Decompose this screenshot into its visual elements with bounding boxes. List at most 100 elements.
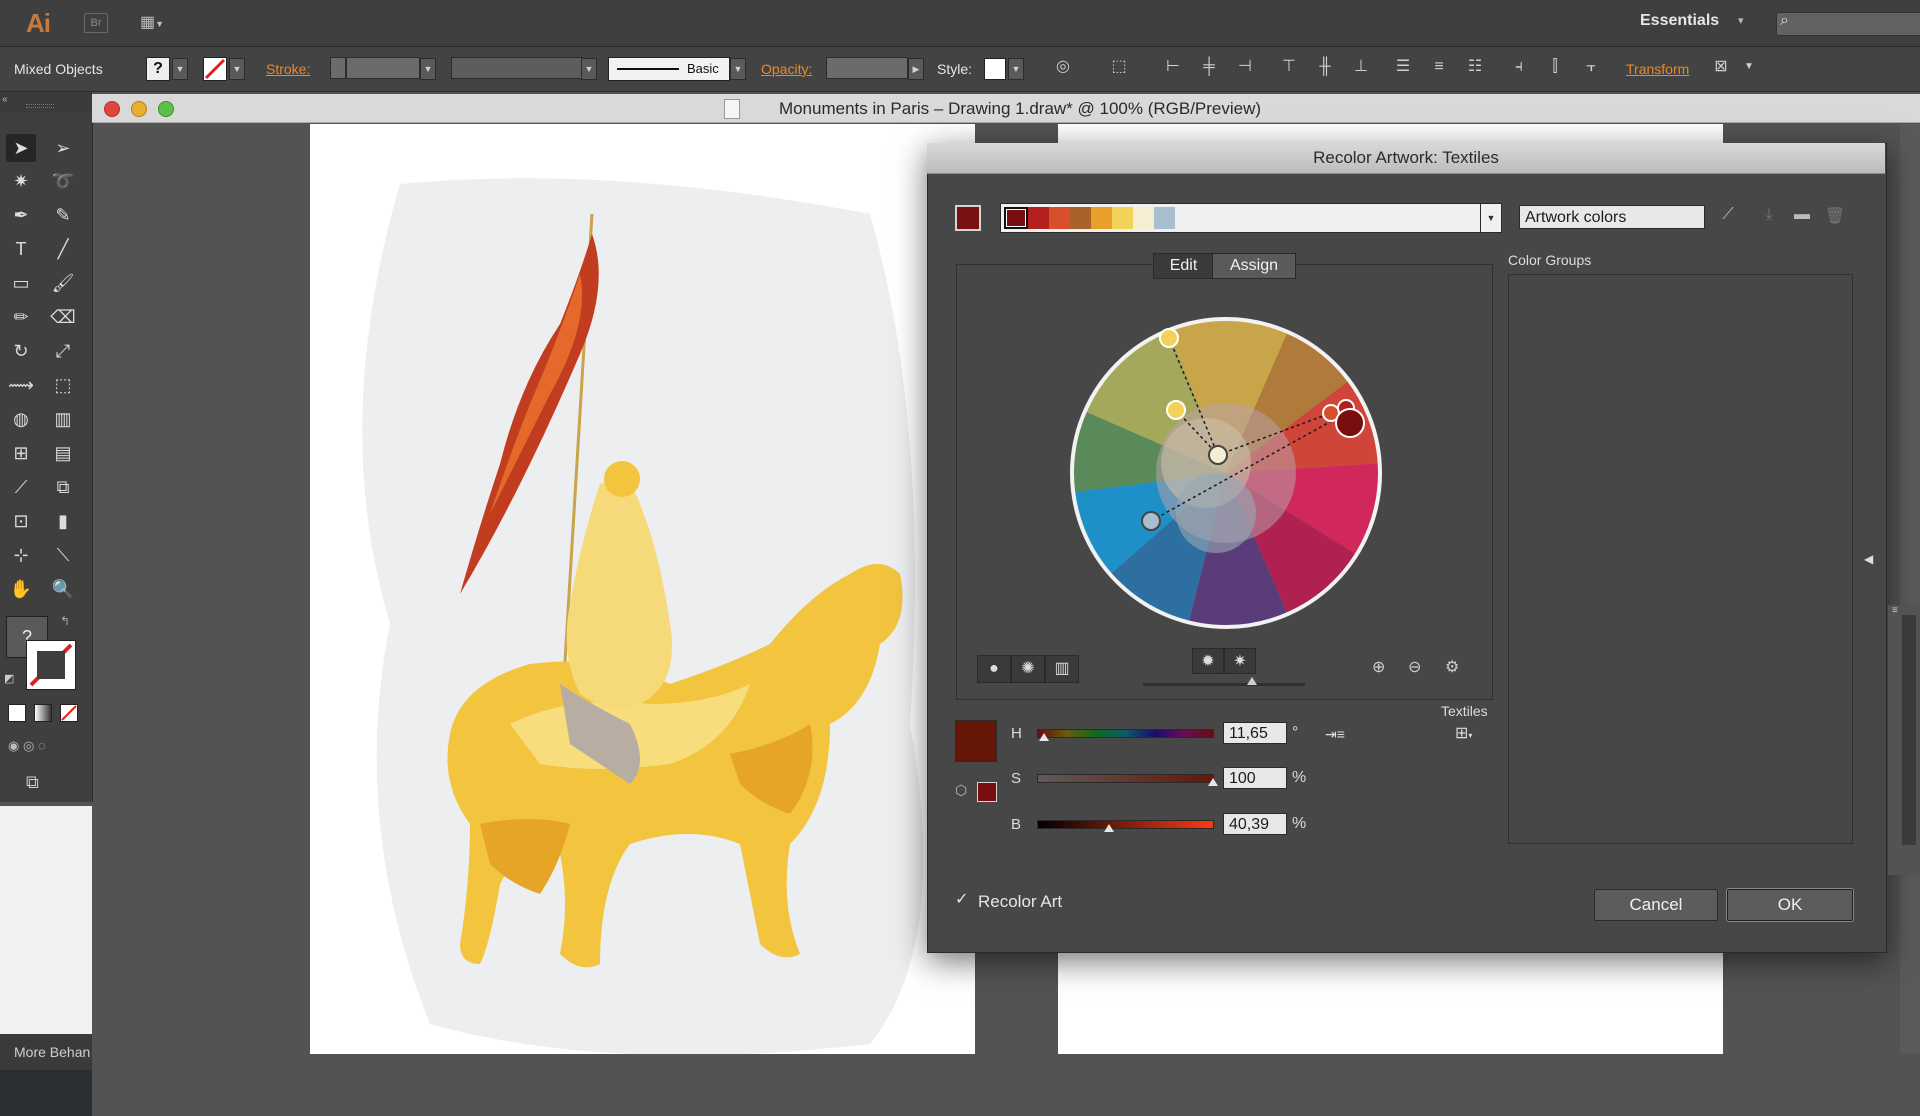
align-left-icon[interactable]: ⊢ [1162, 56, 1184, 78]
opacity-input[interactable] [826, 57, 908, 79]
distribute-center-icon[interactable]: ⫿ [1544, 56, 1566, 78]
chevron-right-icon[interactable]: ▶ [908, 58, 924, 80]
chevron-down-icon[interactable]: ▼ [730, 58, 746, 80]
draw-inside-icon[interactable]: ◌ [38, 738, 46, 753]
rectangle-tool-icon[interactable]: ▭ [6, 269, 36, 297]
paintbrush-tool-icon[interactable]: 🖌 [48, 269, 78, 297]
color-swatch[interactable] [1028, 207, 1049, 229]
type-tool-icon[interactable]: T [6, 235, 36, 263]
distribute-bottom-icon[interactable]: ☷ [1464, 56, 1486, 78]
eyedropper-tool-icon[interactable]: ⟋ [6, 473, 36, 501]
brightness-slider-thumb[interactable] [1247, 677, 1257, 685]
arrange-documents-button[interactable]: ▦▼ [140, 12, 176, 32]
panel-menu-icon[interactable]: ≡ [1892, 605, 1898, 616]
color-group-swatches[interactable] [1004, 207, 1175, 229]
curvature-tool-icon[interactable]: ✎ [48, 201, 78, 229]
color-swatch[interactable] [1049, 207, 1070, 229]
align-center-icon[interactable]: ╪ [1198, 56, 1220, 78]
variable-width-profile[interactable] [451, 57, 583, 79]
chevron-down-icon[interactable]: ▼ [172, 58, 188, 80]
mesh-tool-icon[interactable]: ⊞ [6, 439, 36, 467]
recolor-art-checkbox[interactable]: ✓ [955, 892, 969, 908]
stroke-indicator[interactable] [26, 640, 76, 690]
stroke-weight-input[interactable] [346, 57, 420, 79]
tab-edit[interactable]: Edit [1153, 253, 1214, 279]
canvas-vertical-scrollbar[interactable] [1900, 124, 1920, 1054]
color-swatch[interactable] [1004, 207, 1028, 229]
align-middle-icon[interactable]: ╫ [1314, 56, 1336, 78]
drawing-modes[interactable]: ◉ ◎ ◌ [8, 738, 78, 756]
gradient-tool-icon[interactable]: ▤ [48, 439, 78, 467]
hue-slider-thumb[interactable] [1038, 733, 1049, 741]
brightness-slider[interactable] [1143, 677, 1305, 686]
color-swatch[interactable] [1112, 207, 1133, 229]
free-transform-tool-icon[interactable]: ⬚ [48, 371, 78, 399]
saturation-slider[interactable] [1037, 774, 1218, 786]
eyedropper-icon[interactable]: ⟋ [1716, 206, 1740, 228]
gradient-mode-button[interactable] [34, 704, 52, 722]
brush-definition[interactable]: Basic [608, 57, 730, 81]
chevron-down-icon[interactable]: ▼ [1738, 56, 1760, 78]
brightness-slider-hsb[interactable] [1037, 820, 1214, 832]
brightness-input[interactable]: 40,39 [1223, 813, 1287, 835]
opacity-label[interactable]: Opacity: [761, 61, 812, 77]
saturation-slider-thumb[interactable] [1208, 778, 1218, 786]
link-harmony-colors-icon[interactable]: ⚙ [1445, 657, 1459, 677]
distribute-left-icon[interactable]: ⫞ [1508, 56, 1530, 78]
tab-assign[interactable]: Assign [1212, 253, 1296, 279]
hue-slider[interactable] [1037, 729, 1214, 741]
color-marker[interactable] [1141, 511, 1161, 531]
chevron-down-icon[interactable]: ▼ [1480, 203, 1502, 233]
hue-input[interactable]: 11,65 [1223, 722, 1287, 744]
pencil-tool-icon[interactable]: ✏ [6, 303, 36, 331]
draw-behind-icon[interactable]: ◎ [23, 738, 34, 753]
new-color-group-icon[interactable]: ▬ [1790, 206, 1814, 228]
color-swatch[interactable] [1091, 207, 1112, 229]
stroke-weight-stepper[interactable] [330, 57, 346, 79]
screen-mode-icon[interactable]: ⧉ [26, 772, 39, 793]
align-top-icon[interactable]: ⊤ [1278, 56, 1300, 78]
chevron-down-icon[interactable]: ▼ [229, 58, 245, 80]
swap-fill-stroke-icon[interactable]: ↰ [60, 614, 70, 628]
distribute-right-icon[interactable]: ⫟ [1580, 56, 1602, 78]
color-mode-cube-icon[interactable]: ⬡ [955, 782, 967, 799]
line-segment-tool-icon[interactable]: ╱ [48, 235, 78, 263]
eraser-tool-icon[interactable]: ⌫ [48, 303, 78, 331]
draw-normal-icon[interactable]: ◉ [8, 738, 19, 753]
color-swatch[interactable] [1070, 207, 1091, 229]
color-group-strip[interactable] [1000, 203, 1482, 233]
workspace-switcher[interactable]: Essentials [1640, 12, 1719, 30]
artwork-illustration[interactable] [310, 124, 975, 1054]
show-brightness-icon[interactable]: ✷ [1224, 648, 1256, 674]
current-color-swatch[interactable] [955, 720, 997, 762]
collapse-color-groups-icon[interactable]: ◀ [1864, 552, 1873, 566]
cancel-button[interactable]: Cancel [1594, 889, 1718, 921]
align-bottom-icon[interactable]: ⊥ [1350, 56, 1372, 78]
original-color-swatch[interactable] [977, 782, 997, 802]
color-bars-icon[interactable]: ▥ [1045, 655, 1079, 683]
color-mode-button[interactable] [8, 704, 26, 722]
symbol-sprayer-tool-icon[interactable]: ⊡ [6, 507, 36, 535]
color-marker[interactable] [1159, 328, 1179, 348]
active-color-swatch[interactable] [955, 205, 981, 231]
none-mode-button[interactable] [60, 704, 78, 722]
color-swatch[interactable] [1154, 207, 1175, 229]
stroke-color-button[interactable] [203, 57, 227, 81]
swatch-library-icon[interactable]: ⊞▾ [1455, 723, 1472, 743]
toolbox-header[interactable]: « [0, 92, 92, 112]
lasso-tool-icon[interactable]: ➰ [48, 167, 78, 195]
show-saturation-icon[interactable]: ✹ [1192, 648, 1224, 674]
artwork-colors-field[interactable]: Artwork colors [1519, 205, 1705, 229]
chevron-down-icon[interactable]: ▾ [1738, 14, 1744, 27]
remove-color-tool-icon[interactable]: ⊖ [1408, 657, 1421, 677]
scale-tool-icon[interactable]: ⤢ [48, 337, 78, 365]
chevron-down-icon[interactable]: ▼ [1008, 58, 1024, 80]
brightness-slider-hsb-thumb[interactable] [1103, 824, 1114, 832]
shape-builder-tool-icon[interactable]: ◍ [6, 405, 36, 433]
direct-selection-tool-icon[interactable]: ➢ [48, 134, 78, 162]
search-input[interactable] [1776, 12, 1920, 36]
bridge-button[interactable]: Br [84, 13, 108, 33]
color-groups-list[interactable] [1508, 274, 1853, 844]
rotate-tool-icon[interactable]: ↻ [6, 337, 36, 365]
graphic-style-swatch[interactable] [984, 58, 1006, 80]
